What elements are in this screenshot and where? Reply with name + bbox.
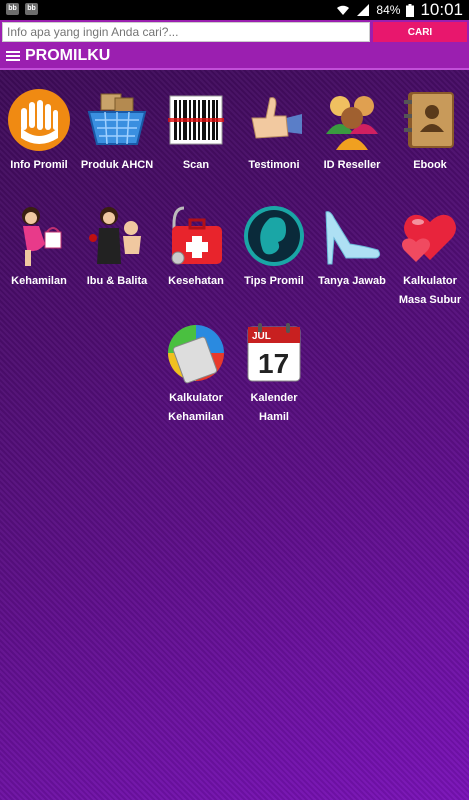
menu-item-label: Kalender Hamil xyxy=(250,392,298,423)
app-bar: PROMILKU xyxy=(0,44,469,70)
calendar-icon: JUL 17 xyxy=(242,321,306,385)
search-input[interactable] xyxy=(2,22,370,42)
menu-item-label: Kehamilan xyxy=(11,275,67,287)
menu-item-label: Testimoni xyxy=(248,159,300,171)
menu-item-label: Produk AHCN xyxy=(80,159,154,171)
signal-icon xyxy=(357,4,370,16)
menu-item-id-reseller[interactable]: ID Reseller xyxy=(313,88,391,175)
menu-item-kehamilan[interactable]: Kehamilan xyxy=(0,204,78,291)
battery-icon xyxy=(406,3,415,17)
menu-item-info-promil[interactable]: Info Promil xyxy=(0,88,78,175)
first-aid-kit-icon xyxy=(164,204,228,268)
wifi-icon xyxy=(337,5,350,15)
menu-item-label: Info Promil xyxy=(10,159,68,171)
menu-item-produk-ahcn[interactable]: Produk AHCN xyxy=(78,88,156,175)
menu-item-label: Kesehatan xyxy=(168,275,224,287)
menu-item-label: Ibu & Balita xyxy=(86,275,148,287)
pregnant-woman-icon xyxy=(7,204,71,268)
menu-item-scan[interactable]: Scan xyxy=(157,88,235,175)
hamburger-menu-icon[interactable] xyxy=(6,51,20,62)
hearts-icon xyxy=(398,204,462,268)
barcode-icon xyxy=(164,88,228,152)
menu-item-kesehatan[interactable]: Kesehatan xyxy=(157,204,235,291)
address-book-icon xyxy=(398,88,462,152)
fetus-icon xyxy=(242,204,306,268)
menu-item-label: Kalkulator Kehamilan xyxy=(168,392,224,423)
menu-item-label: Scan xyxy=(182,159,210,171)
hands-icon xyxy=(7,88,71,152)
background-texture xyxy=(0,70,469,800)
menu-item-kalkulator-masa-subur[interactable]: Kalkulator Masa Subur xyxy=(391,204,469,310)
app-title: PROMILKU xyxy=(25,47,111,64)
menu-item-kalkulator-kehamilan[interactable]: Kalkulator Kehamilan xyxy=(157,321,235,427)
people-icon xyxy=(320,88,384,152)
menu-item-label: Kalkulator Masa Subur xyxy=(398,275,462,306)
mother-baby-icon xyxy=(85,204,149,268)
menu-item-testimoni[interactable]: Testimoni xyxy=(235,88,313,175)
menu-item-tanya-jawab[interactable]: Tanya Jawab xyxy=(313,204,391,291)
menu-item-tips-promil[interactable]: Tips Promil xyxy=(235,204,313,291)
thumbs-up-icon xyxy=(242,88,306,152)
bbm-icon: bb xyxy=(6,3,19,15)
calculator-icon xyxy=(164,321,228,385)
battery-percent: 84% xyxy=(376,3,401,17)
calendar-month: JUL xyxy=(252,331,271,342)
menu-item-ebook[interactable]: Ebook xyxy=(391,88,469,175)
calendar-day: 17 xyxy=(258,348,289,379)
clock: 10:01 xyxy=(420,0,463,19)
search-bar: CARI xyxy=(0,20,469,44)
bbm-icon: bb xyxy=(25,3,38,15)
status-bar: bb bb 84% 10:01 xyxy=(0,0,469,20)
menu-item-label: ID Reseller xyxy=(323,159,381,171)
high-heel-icon xyxy=(320,204,384,268)
menu-item-kalender-hamil[interactable]: JUL 17 Kalender Hamil xyxy=(235,321,313,427)
menu-item-ibu-balita[interactable]: Ibu & Balita xyxy=(78,204,156,291)
shopping-basket-icon xyxy=(85,88,149,152)
menu-item-label: Tanya Jawab xyxy=(318,275,386,287)
menu-item-label: Tips Promil xyxy=(244,275,304,287)
menu-item-label: Ebook xyxy=(413,159,447,171)
search-button[interactable]: CARI xyxy=(373,22,467,42)
